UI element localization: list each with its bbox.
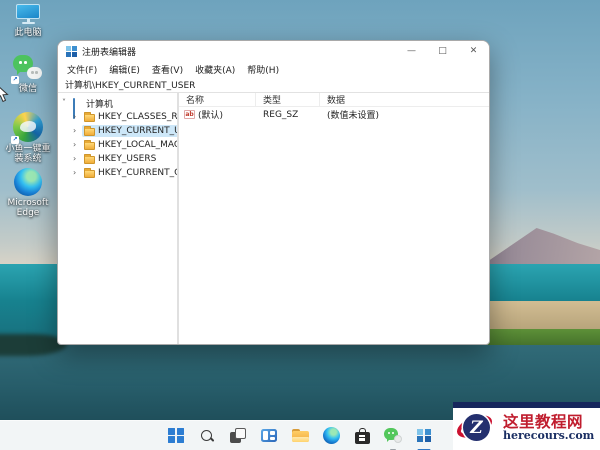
menu-item-view[interactable]: 查看(V) xyxy=(146,63,189,76)
shortcut-arrow-icon: ↗ xyxy=(11,136,19,144)
registry-editor-icon xyxy=(417,429,431,443)
string-value-icon: ab xyxy=(184,110,195,119)
registry-editor-window: 注册表编辑器 — □ ✕ 文件(F) 编辑(E) 查看(V) 收藏夹(A) 帮助… xyxy=(57,40,490,345)
value-data: (数值未设置) xyxy=(320,108,489,121)
chevron-down-icon[interactable]: ˅ xyxy=(62,99,71,107)
menu-item-favorites[interactable]: 收藏夹(A) xyxy=(189,63,241,76)
folder-icon xyxy=(84,142,95,150)
value-type: REG_SZ xyxy=(256,110,320,120)
desktop-icon-label: Microsoft Edge xyxy=(4,198,52,219)
menu-bar: 文件(F) 编辑(E) 查看(V) 收藏夹(A) 帮助(H) xyxy=(58,61,489,77)
folder-icon xyxy=(84,114,95,122)
column-header-type[interactable]: 类型 xyxy=(256,93,320,106)
widgets-icon xyxy=(261,429,277,442)
widgets-button[interactable] xyxy=(257,423,282,448)
list-header: 名称 类型 数据 xyxy=(179,93,489,107)
menu-item-file[interactable]: 文件(F) xyxy=(61,63,103,76)
tree-item-computer[interactable]: ˅ 计算机 xyxy=(58,96,177,110)
desktop-icon-wechat[interactable]: ↗ 微信 xyxy=(4,55,52,94)
wechat-button[interactable] xyxy=(381,423,406,448)
chevron-right-icon[interactable]: › xyxy=(73,155,82,163)
desktop-icon-xiaoyu[interactable]: ↗ 小鱼一键重装系统 xyxy=(4,112,52,165)
windows-logo-icon xyxy=(168,428,184,444)
wechat-icon: ↗ xyxy=(13,55,43,82)
minimize-button[interactable]: — xyxy=(396,41,427,61)
desktop-icon-label: 此电脑 xyxy=(14,28,41,38)
store-button[interactable] xyxy=(350,423,375,448)
desktop-icon-label: 小鱼一键重装系统 xyxy=(4,144,52,165)
edge-button[interactable] xyxy=(319,423,344,448)
chevron-right-icon[interactable]: › xyxy=(73,127,82,135)
folder-icon xyxy=(84,170,95,178)
watermark-site-url: herecours.com xyxy=(503,430,594,442)
computer-icon xyxy=(73,99,83,108)
chevron-right-icon[interactable]: › xyxy=(73,113,82,121)
microsoft-store-icon xyxy=(355,428,370,444)
search-button[interactable] xyxy=(195,423,220,448)
tree-item-hkey-classes-root[interactable]: › HKEY_CLASSES_ROOT xyxy=(58,110,177,124)
task-view-icon xyxy=(230,428,246,443)
chevron-right-icon[interactable]: › xyxy=(73,141,82,149)
xiaoyu-reinstall-icon: ↗ xyxy=(13,112,43,142)
search-icon xyxy=(201,430,213,442)
registry-tree-pane[interactable]: ˅ 计算机 › HKEY_CLASSES_ROOT › HKEY_CURRENT… xyxy=(58,93,179,344)
file-explorer-icon xyxy=(292,429,309,442)
edge-icon xyxy=(14,168,42,196)
task-view-button[interactable] xyxy=(226,423,251,448)
mouse-cursor xyxy=(0,84,9,107)
menu-item-help[interactable]: 帮助(H) xyxy=(241,63,285,76)
column-header-name[interactable]: 名称 xyxy=(179,93,256,106)
registry-editor-button[interactable] xyxy=(412,423,437,448)
desktop-icon-label: 微信 xyxy=(19,84,37,94)
edge-icon xyxy=(323,427,340,444)
tree-item-hkey-current-user[interactable]: › HKEY_CURRENT_USER xyxy=(58,124,177,138)
desktop-icon-edge[interactable]: Microsoft Edge xyxy=(4,168,52,219)
start-button[interactable] xyxy=(164,423,189,448)
folder-icon xyxy=(84,156,95,164)
tree-item-hkey-users[interactable]: › HKEY_USERS xyxy=(58,152,177,166)
tree-item-hkey-current-config[interactable]: › HKEY_CURRENT_CONFIG xyxy=(58,166,177,180)
value-name: (默认) xyxy=(198,108,223,121)
selected-tree-item[interactable]: HKEY_CURRENT_USER xyxy=(82,125,179,137)
titlebar[interactable]: 注册表编辑器 — □ ✕ xyxy=(58,41,489,61)
registry-values-pane[interactable]: 名称 类型 数据 ab (默认) REG_SZ (数值未设置) xyxy=(179,93,489,344)
close-button[interactable]: ✕ xyxy=(458,41,489,61)
menu-item-edit[interactable]: 编辑(E) xyxy=(103,63,146,76)
shortcut-arrow-icon: ↗ xyxy=(11,76,19,84)
column-header-data[interactable]: 数据 xyxy=(320,93,489,106)
this-pc-icon xyxy=(15,4,41,26)
watermark-site-name: 这里教程网 xyxy=(503,414,594,430)
tree-item-hkey-local-machine[interactable]: › HKEY_LOCAL_MACHINE xyxy=(58,138,177,152)
wechat-icon xyxy=(384,428,402,444)
registry-editor-icon xyxy=(66,46,77,57)
watermark: Z 这里教程网 herecours.com xyxy=(453,402,600,450)
address-bar[interactable]: 计算机\HKEY_CURRENT_USER xyxy=(58,77,489,93)
file-explorer-button[interactable] xyxy=(288,423,313,448)
registry-value-row[interactable]: ab (默认) REG_SZ (数值未设置) xyxy=(179,107,489,122)
window-title: 注册表编辑器 xyxy=(82,45,136,58)
maximize-button[interactable]: □ xyxy=(427,41,458,61)
desktop-icon-this-pc[interactable]: 此电脑 xyxy=(4,4,52,38)
watermark-logo: Z xyxy=(456,410,500,446)
chevron-right-icon[interactable]: › xyxy=(73,169,82,177)
folder-icon xyxy=(84,128,95,136)
